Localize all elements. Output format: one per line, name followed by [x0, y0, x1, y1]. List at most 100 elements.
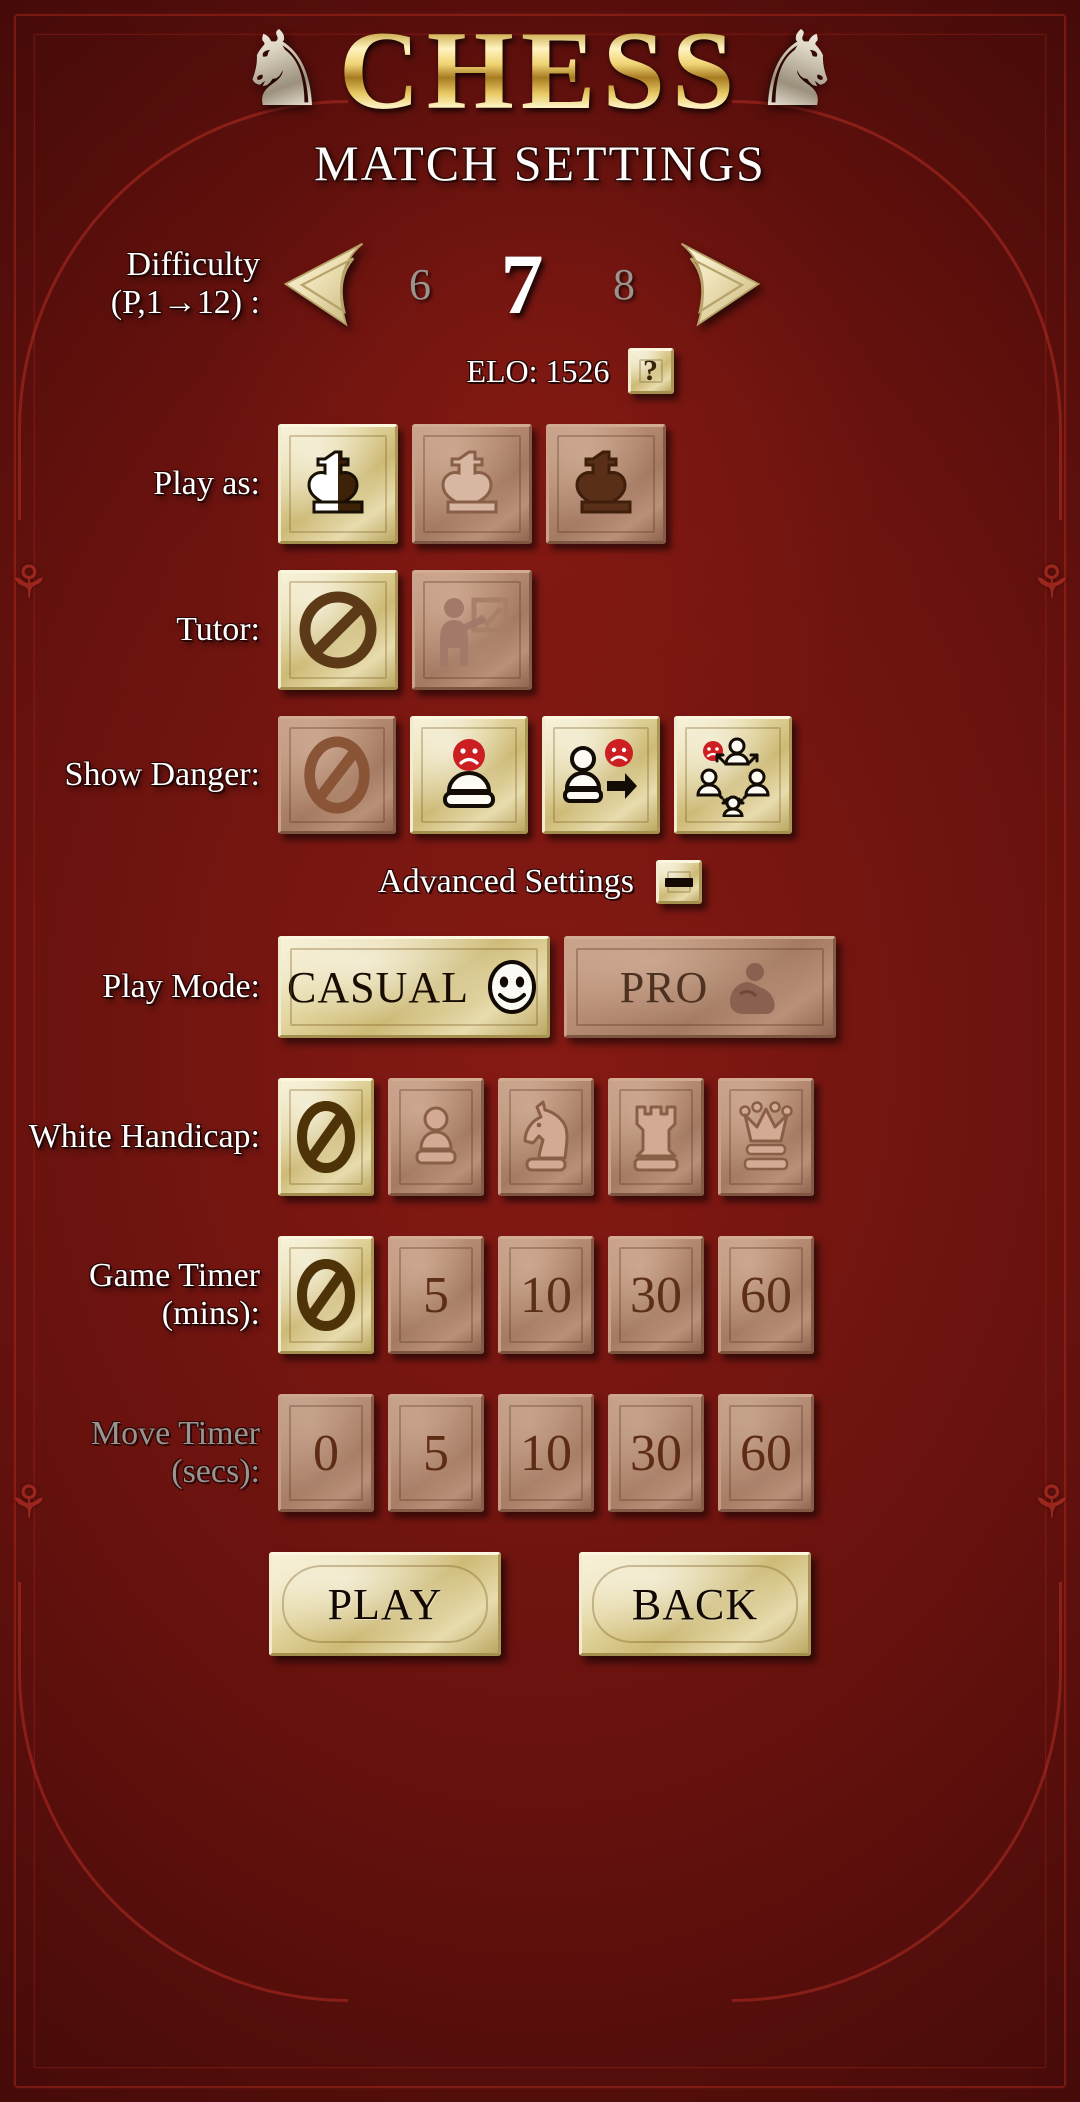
move-timer-option-10[interactable]: 10 — [498, 1394, 594, 1512]
no-entry-icon — [281, 719, 393, 831]
move-timer-label: Move Timer (secs): — [16, 1415, 278, 1491]
move-timer-option-0[interactable]: 0 — [278, 1394, 374, 1512]
move-timer-value-0: 0 — [313, 1424, 339, 1482]
move-timer-value-60: 60 — [740, 1424, 792, 1482]
game-timer-option-60[interactable]: 60 — [718, 1236, 814, 1354]
difficulty-label-line1: Difficulty — [126, 245, 260, 283]
muscle-icon — [730, 963, 775, 1014]
move-timer-label-line2: (secs): — [171, 1453, 260, 1490]
move-timer-value-5: 5 — [423, 1424, 449, 1482]
game-timer-value-5: 5 — [423, 1266, 449, 1324]
game-timer-row: Game Timer (mins): 5 10 30 60 — [16, 1236, 1064, 1354]
play-as-options — [278, 424, 666, 544]
game-timer-option-30[interactable]: 30 — [608, 1236, 704, 1354]
show-danger-label: Show Danger: — [64, 755, 260, 793]
title-row: ♞ CHESS ♞ — [0, 12, 1080, 130]
game-timer-value-60: 60 — [740, 1266, 792, 1324]
game-timer-value-10: 10 — [520, 1266, 572, 1324]
white-handicap-option-knight[interactable] — [498, 1078, 594, 1196]
move-timer-option-5[interactable]: 5 — [388, 1394, 484, 1512]
move-timer-option-60[interactable]: 60 — [718, 1394, 814, 1512]
play-mode-row: Play Mode: CASUAL PRO — [16, 936, 1064, 1038]
play-mode-casual-text: CASUAL — [286, 962, 470, 1012]
game-timer-option-5[interactable]: 5 — [388, 1236, 484, 1354]
difficulty-current-value: 7 — [500, 236, 544, 332]
teacher-icon — [415, 573, 529, 687]
show-danger-option-threatened[interactable] — [410, 716, 528, 834]
no-entry-icon — [281, 1081, 371, 1193]
no-entry-icon — [281, 573, 395, 687]
play-mode-label: Play Mode: — [102, 967, 260, 1005]
difficulty-controls: 6 7 8 — [278, 234, 766, 334]
elo-rating-text: ELO: 1526 — [466, 352, 610, 389]
play-as-option-black[interactable] — [546, 424, 666, 544]
difficulty-prev-value: 6 — [409, 259, 431, 309]
smiley-icon — [488, 960, 537, 1014]
back-button[interactable]: BACK — [579, 1552, 811, 1656]
king-white-icon — [415, 427, 529, 541]
queen-icon — [721, 1081, 811, 1193]
pawn-arrow-icon — [545, 719, 657, 831]
advanced-settings-toggle[interactable] — [655, 860, 702, 904]
move-timer-row: Move Timer (secs): 0 5 10 30 60 — [16, 1394, 1064, 1512]
tutor-options — [278, 570, 532, 690]
tutor-row: Tutor: — [16, 570, 1064, 690]
no-entry-icon — [281, 1239, 371, 1351]
knight-icon: ♞ — [235, 13, 329, 128]
difficulty-label: Difficulty (P,1→12) : — [16, 246, 278, 322]
show-danger-option-none[interactable] — [278, 716, 396, 834]
play-as-option-white[interactable] — [412, 424, 532, 544]
show-danger-option-all-threats[interactable] — [674, 716, 792, 834]
minus-icon — [659, 863, 699, 901]
white-handicap-option-none[interactable] — [278, 1078, 374, 1196]
advanced-settings-label: Advanced Settings — [378, 863, 634, 900]
play-mode-option-pro[interactable]: PRO — [564, 936, 836, 1038]
tutor-label: Tutor: — [176, 610, 260, 648]
chess-match-settings-screen: ⚘ ⚘ ⚘ ⚘ ♞ CHESS ♞ MATCH SETTINGS Difficu… — [0, 0, 1080, 2102]
play-mode-options: CASUAL PRO — [278, 936, 836, 1038]
white-handicap-label: White Handicap: — [28, 1117, 260, 1155]
game-timer-options: 5 10 30 60 — [278, 1236, 814, 1354]
footer-buttons: PLAY BACK — [16, 1552, 1064, 1656]
tutor-option-off[interactable] — [278, 570, 398, 690]
move-timer-value-10: 10 — [520, 1424, 572, 1482]
difficulty-label-line2: (P,1→12) : — [110, 284, 260, 321]
white-handicap-option-pawn[interactable] — [388, 1078, 484, 1196]
move-timer-value-30: 30 — [630, 1424, 682, 1482]
game-timer-label: Game Timer (mins): — [16, 1257, 278, 1333]
rook-icon — [611, 1081, 701, 1193]
page-subtitle: MATCH SETTINGS — [314, 135, 766, 191]
play-mode-pro-text: PRO — [619, 962, 709, 1012]
knight-icon: ♞ — [751, 13, 845, 128]
show-danger-options — [278, 716, 792, 834]
advanced-settings-row: Advanced Settings — [16, 860, 1064, 904]
page-title: CHESS — [333, 15, 747, 127]
white-handicap-row: White Handicap: — [16, 1078, 1064, 1196]
question-mark-icon: ? — [643, 354, 659, 387]
move-timer-option-30[interactable]: 30 — [608, 1394, 704, 1512]
difficulty-row: Difficulty (P,1→12) : 6 7 8 — [16, 226, 1064, 342]
move-timer-options: 0 5 10 30 60 — [278, 1394, 814, 1512]
game-timer-option-10[interactable]: 10 — [498, 1236, 594, 1354]
king-random-icon — [281, 427, 395, 541]
play-mode-option-casual[interactable]: CASUAL — [278, 936, 550, 1038]
elo-help-button[interactable]: ? — [627, 348, 674, 394]
play-as-option-random[interactable] — [278, 424, 398, 544]
game-timer-label-line2: (mins): — [161, 1295, 260, 1332]
game-timer-label-line1: Game Timer — [89, 1256, 260, 1294]
game-timer-option-off[interactable] — [278, 1236, 374, 1354]
pawn-icon — [391, 1081, 481, 1193]
show-danger-option-attack-arrow[interactable] — [542, 716, 660, 834]
white-handicap-options — [278, 1078, 814, 1196]
move-timer-label-line1: Move Timer — [90, 1414, 260, 1452]
arrow-left-icon[interactable] — [278, 240, 370, 328]
game-timer-value-30: 30 — [630, 1266, 682, 1324]
tutor-option-on[interactable] — [412, 570, 532, 690]
arrow-right-icon[interactable] — [674, 240, 766, 328]
play-as-row: Play as: — [16, 424, 1064, 544]
show-danger-row: Show Danger: — [16, 716, 1064, 834]
multi-threat-icon — [677, 719, 789, 831]
white-handicap-option-queen[interactable] — [718, 1078, 814, 1196]
white-handicap-option-rook[interactable] — [608, 1078, 704, 1196]
play-button[interactable]: PLAY — [269, 1552, 501, 1656]
